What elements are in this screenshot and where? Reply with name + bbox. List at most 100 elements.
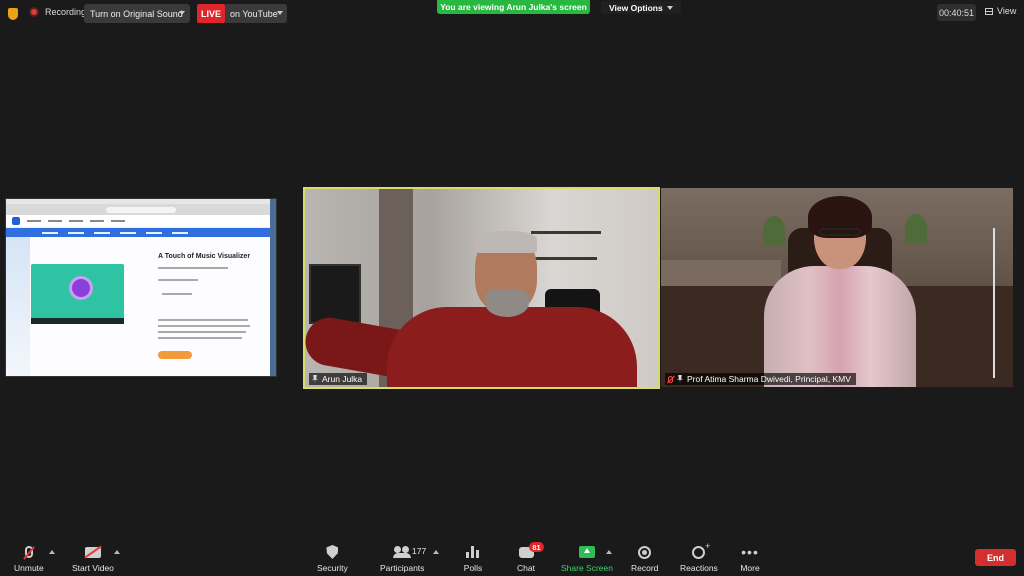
music-visualizer-graphic: [69, 276, 93, 300]
original-sound-label: Turn on Original Sound: [90, 8, 183, 19]
share-screen-icon: [578, 546, 595, 558]
video-off-icon: [84, 546, 101, 558]
live-badge[interactable]: LIVE: [197, 4, 225, 23]
record-icon: [638, 545, 652, 559]
chevron-down-icon[interactable]: [179, 11, 185, 15]
nav-link: [27, 220, 41, 222]
nav-link: [69, 220, 83, 222]
security-label: Security: [317, 563, 348, 573]
video-person-hair: [475, 231, 537, 253]
text-line: [158, 331, 246, 333]
microphone-muted-icon: [24, 546, 33, 558]
website-nav: [6, 215, 276, 228]
view-options-label: View Options: [609, 2, 663, 13]
share-screen-label: Share Screen: [561, 563, 613, 573]
text-line: [162, 293, 192, 295]
end-meeting-button[interactable]: End: [975, 549, 1016, 566]
participant-count: 177: [412, 546, 427, 556]
encryption-shield-icon[interactable]: [8, 8, 18, 20]
video-cable: [993, 228, 995, 378]
security-button[interactable]: Security: [317, 544, 348, 573]
decorative-background: [6, 237, 30, 376]
category-tab: [68, 231, 84, 234]
participants-label: Participants: [380, 563, 425, 573]
video-tile-active-speaker[interactable]: Arun Julka: [303, 187, 660, 389]
view-options-button[interactable]: View Options: [601, 1, 681, 14]
category-tab: [94, 231, 110, 234]
nav-link: [111, 220, 125, 222]
page-title: A Touch of Music Visualizer: [158, 253, 251, 260]
recording-indicator[interactable]: Recording: [29, 7, 86, 17]
video-shelf: [531, 231, 601, 234]
meeting-timer: 00:40:51: [937, 4, 976, 21]
video-person-body: [764, 266, 916, 387]
chevron-down-icon: [277, 11, 283, 15]
video-monitor: [309, 264, 361, 324]
gallery-view-icon: [985, 7, 993, 15]
category-tab: [172, 231, 188, 234]
more-label: More: [740, 563, 760, 573]
text-line: [158, 319, 248, 321]
audio-options-caret-icon[interactable]: [49, 550, 55, 554]
view-button[interactable]: View: [985, 6, 1016, 16]
text-line: [158, 337, 242, 339]
category-tab: [146, 231, 162, 234]
viewing-screen-banner: You are viewing Arun Julka's screen: [437, 0, 590, 14]
desktop-edge: [270, 199, 276, 376]
participant-name: Arun Julka: [322, 374, 363, 384]
view-label: View: [997, 6, 1017, 16]
meeting-toolbar: Unmute Start Video Security Participants…: [0, 538, 1024, 576]
text-line: [158, 279, 198, 281]
recording-dot-icon: [29, 7, 39, 17]
nav-link: [90, 220, 104, 222]
polls-icon: [466, 546, 480, 558]
polls-label: Polls: [463, 563, 483, 573]
website-body: A Touch of Music Visualizer: [6, 237, 276, 376]
share-options-caret-icon[interactable]: [606, 550, 612, 554]
video-tile-participant[interactable]: Prof Atima Sharma Dwivedi, Principal, KM…: [661, 188, 1013, 387]
unmute-button[interactable]: Unmute: [14, 544, 44, 573]
record-label: Record: [631, 563, 659, 573]
more-dots-icon: •••: [741, 544, 759, 560]
more-button[interactable]: ••• More: [740, 544, 760, 573]
reactions-button[interactable]: Reactions: [680, 541, 718, 574]
url-field: [106, 206, 176, 213]
site-logo: [12, 217, 20, 225]
record-button[interactable]: Record: [631, 544, 658, 573]
start-video-label: Start Video: [72, 563, 114, 573]
nav-link: [48, 220, 62, 222]
participant-nameplate: Prof Atima Sharma Dwivedi, Principal, KM…: [665, 373, 856, 385]
video-desk-items: [661, 260, 781, 288]
start-video-button[interactable]: Start Video: [72, 544, 114, 573]
recording-label: Recording: [45, 7, 87, 17]
video-person-body: [387, 307, 637, 387]
video-person-glasses: [819, 228, 861, 236]
reactions-icon: [692, 541, 710, 559]
polls-button[interactable]: Polls: [463, 544, 483, 573]
category-tab: [42, 231, 58, 234]
video-plant: [763, 216, 785, 246]
category-tab: [120, 231, 136, 234]
participants-icon: [393, 546, 412, 558]
video-shelf: [535, 257, 597, 260]
video-plant: [905, 214, 927, 244]
shared-screen-view[interactable]: A Touch of Music Visualizer: [5, 198, 277, 377]
browser-address-bar: [6, 204, 276, 215]
text-line: [158, 325, 250, 327]
video-preview: [31, 264, 124, 324]
live-stream-target: on YouTube: [230, 8, 278, 19]
video-options-caret-icon[interactable]: [114, 550, 120, 554]
chat-unread-badge: 81: [529, 542, 544, 552]
share-screen-button[interactable]: Share Screen: [561, 544, 613, 573]
live-stream-dropdown[interactable]: on YouTube: [225, 4, 287, 23]
top-bar: Recording Turn on Original Sound LIVE on…: [0, 0, 1024, 28]
chevron-down-icon: [666, 5, 673, 10]
text-line: [158, 267, 228, 269]
original-sound-button[interactable]: Turn on Original Sound: [84, 4, 190, 23]
website-category-tabs: [6, 228, 276, 237]
pin-icon: [677, 375, 683, 383]
mic-muted-icon: [668, 375, 673, 383]
participants-options-caret-icon[interactable]: [433, 550, 439, 554]
chat-label: Chat: [517, 563, 535, 573]
participant-name: Prof Atima Sharma Dwivedi, Principal, KM…: [687, 374, 851, 384]
